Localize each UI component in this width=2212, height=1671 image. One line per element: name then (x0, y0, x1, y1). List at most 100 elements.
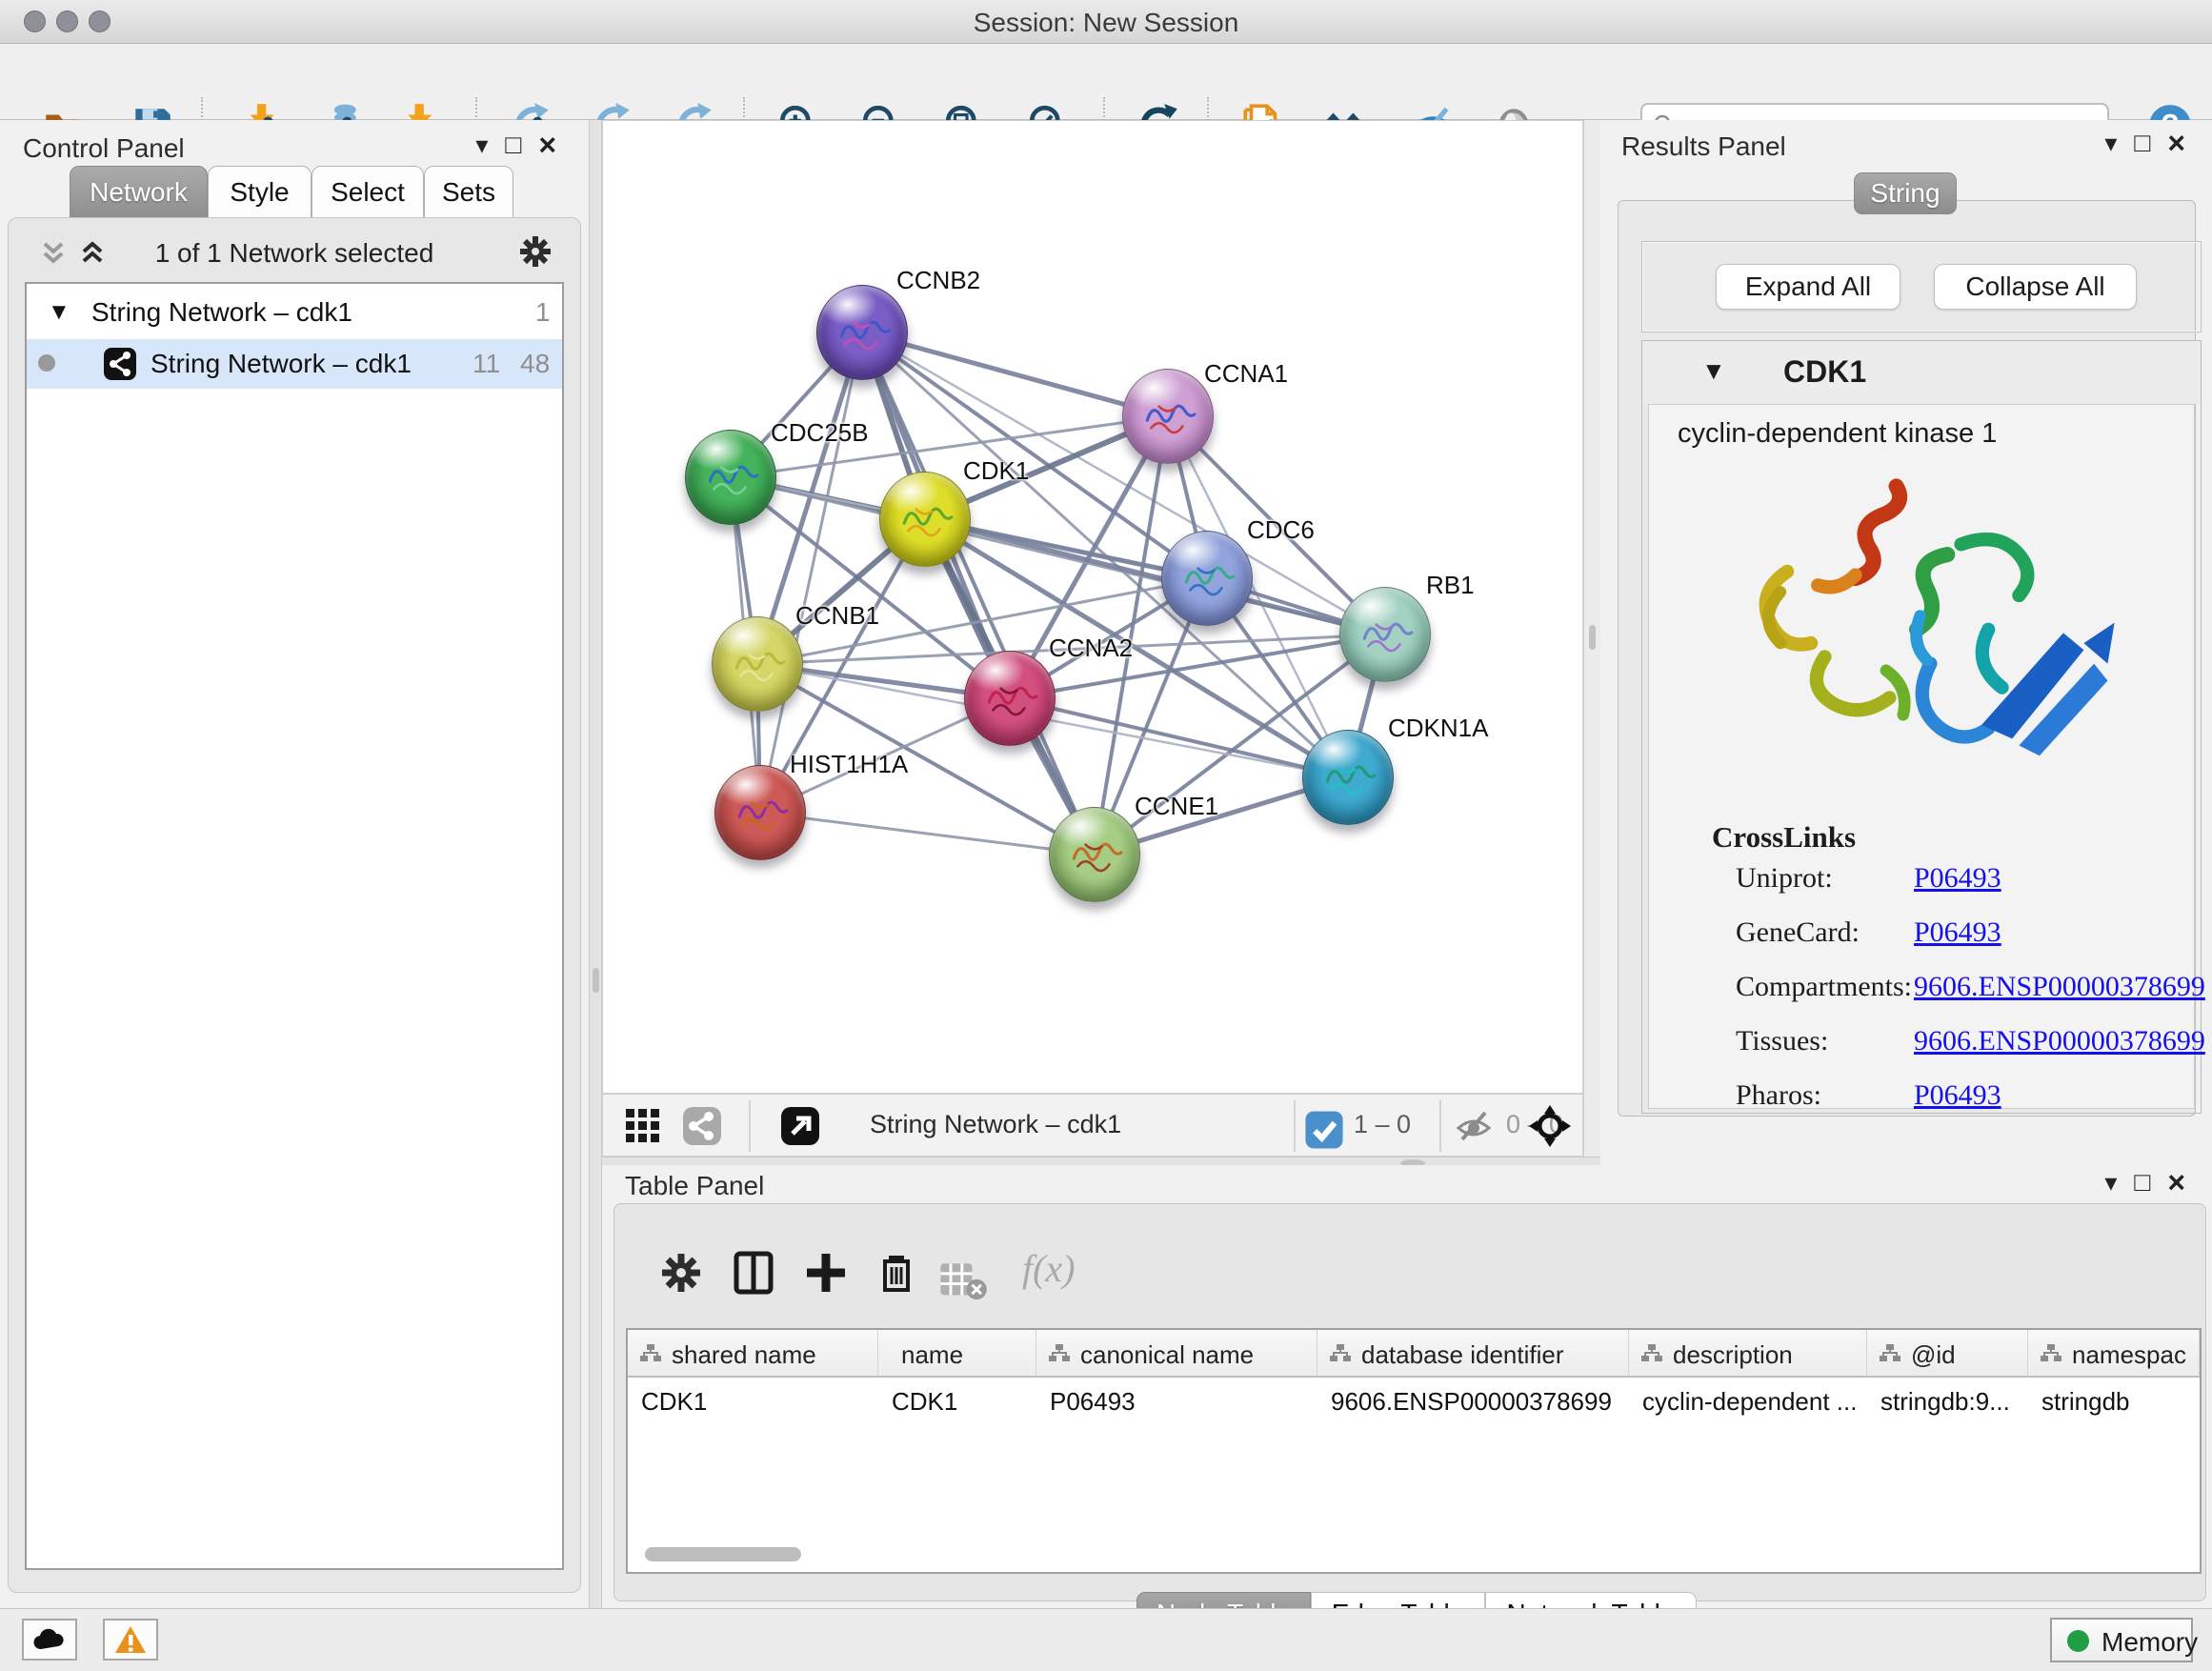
selected-checkbox-icon[interactable] (1303, 1109, 1337, 1143)
crosslink-label: GeneCard: (1736, 916, 1860, 949)
table-horizontal-scrollbar[interactable] (645, 1547, 801, 1561)
collection-expand-icon[interactable]: ▼ (48, 299, 70, 326)
hidden-eye-slash-icon[interactable] (1453, 1105, 1495, 1147)
column-header-shared-name[interactable]: shared name (628, 1330, 878, 1378)
tab-style[interactable]: Style (208, 166, 312, 219)
table-panel-float-icon[interactable]: □ (2134, 1169, 2150, 1196)
cloud-button[interactable] (22, 1619, 77, 1661)
memory-status-dot (2067, 1630, 2089, 1652)
status-bar: Memory (0, 1608, 2212, 1671)
network-node-ccnb2[interactable] (816, 285, 908, 380)
network-node-cdc6[interactable] (1161, 531, 1253, 626)
warning-button[interactable] (103, 1619, 158, 1661)
title-bar: Session: New Session (0, 0, 2212, 44)
cdk1-section-header[interactable]: ▼ CDK1 (1642, 341, 2201, 404)
column-header--id[interactable]: @id (1867, 1330, 2028, 1378)
table-cell[interactable]: CDK1 (878, 1379, 1036, 1423)
table-cell[interactable]: cyclin-dependent ... (1629, 1379, 1867, 1423)
right-split-grip[interactable] (1589, 625, 1596, 650)
results-panel-close-icon[interactable]: × (2167, 128, 2185, 158)
table-panel: Table Panel ▾ □ × f(x) shared nameCDK1na… (602, 1165, 2212, 1608)
tab-network[interactable]: Network (70, 166, 208, 219)
table-panel-close-icon[interactable]: × (2167, 1167, 2185, 1198)
results-buttons-box: Expand All Collapse All (1641, 241, 2202, 332)
table-cell[interactable]: stringdb (2028, 1379, 2200, 1423)
crosslink-link[interactable]: P06493 (1914, 862, 2001, 895)
right-split-divider[interactable] (1583, 120, 1600, 1157)
results-panel-menu-icon[interactable]: ▾ (2104, 131, 2117, 155)
table-cell[interactable]: CDK1 (628, 1379, 878, 1423)
column-header-canonical-name[interactable]: canonical name (1036, 1330, 1317, 1378)
string-results-box: Expand All Collapse All ▼ CDK1 cyclin-de… (1618, 200, 2196, 1117)
network-node-ccna2[interactable] (964, 651, 1056, 746)
column-header-description[interactable]: description (1629, 1330, 1867, 1378)
crosslink-link[interactable]: 9606.ENSP00000378699 (1914, 1025, 2205, 1057)
column-header-database-identifier[interactable]: database identifier (1317, 1330, 1629, 1378)
network-view-title: String Network – cdk1 (870, 1110, 1270, 1139)
crosslink-row: GeneCard: P06493 (1649, 916, 2194, 970)
network-canvas[interactable]: CCNB2 CCNA1 CDC25B CDK1 CDC6 RB1 CCNB1 C… (602, 120, 1583, 1094)
table-panel-menu-icon[interactable]: ▾ (2104, 1170, 2117, 1195)
expand-all-button[interactable]: Expand All (1716, 264, 1900, 310)
collection-label: String Network – cdk1 (91, 297, 352, 328)
cytoscape-window: Session: New Session ? Control Panel ▾ □… (0, 0, 2212, 1671)
table-cell[interactable]: P06493 (1036, 1379, 1317, 1423)
table-gear-icon[interactable] (656, 1248, 706, 1298)
tab-string[interactable]: String (1854, 172, 1957, 214)
function-builder-icon[interactable]: f(x) (1022, 1246, 1076, 1291)
network-node-cdkn1a[interactable] (1302, 730, 1394, 825)
network-node-ccnb1[interactable] (712, 616, 803, 712)
control-panel-close-icon[interactable]: × (538, 130, 556, 160)
network-node-count: 11 (473, 349, 500, 379)
network-node-ccne1[interactable] (1049, 807, 1140, 902)
delete-column-icon[interactable] (872, 1248, 921, 1298)
control-panel: Control Panel ▾ □ × NetworkStyleSelectSe… (0, 120, 589, 1608)
column-header-name[interactable]: name (878, 1330, 1036, 1378)
results-panel: Results Panel ▾ □ × Expand All Collapse … (1600, 120, 2212, 1165)
crosslink-link[interactable]: 9606.ENSP00000378699 (1914, 971, 2205, 1003)
network-node-cdk1[interactable] (879, 472, 971, 567)
tab-sets[interactable]: Sets (424, 166, 513, 219)
tab-select[interactable]: Select (312, 166, 424, 219)
crosslink-link[interactable]: P06493 (1914, 916, 2001, 949)
fit-selected-crosshair-icon[interactable] (1529, 1105, 1571, 1147)
network-collection-row[interactable]: ▼ String Network – cdk1 1 (27, 288, 562, 337)
control-panel-float-icon[interactable]: □ (505, 131, 521, 158)
add-column-icon[interactable] (801, 1248, 851, 1298)
results-panel-float-icon[interactable]: □ (2134, 130, 2150, 156)
network-node-rb1[interactable] (1339, 587, 1431, 682)
window-title: Session: New Session (0, 8, 2212, 38)
network-node-cdc25b[interactable] (685, 430, 776, 525)
delete-table-icon[interactable] (938, 1256, 980, 1292)
show-columns-icon[interactable] (729, 1248, 778, 1298)
memory-button[interactable]: Memory (2050, 1618, 2193, 1662)
string-view-icon[interactable] (681, 1105, 723, 1147)
cloud-icon (32, 1624, 67, 1655)
network-status-dot (38, 354, 55, 372)
crosslink-row: Compartments: 9606.ENSP00000378699 (1649, 971, 2194, 1024)
table-panel-box: f(x) shared nameCDK1nameCDK1canonical na… (613, 1203, 2206, 1601)
network-options-gear-icon[interactable] (516, 232, 554, 275)
control-panel-menu-icon[interactable]: ▾ (475, 132, 488, 157)
crosslink-link[interactable]: P06493 (1914, 1079, 2001, 1112)
node-label-ccne1: CCNE1 (1135, 792, 1218, 821)
network-node-hist1h1a[interactable] (714, 765, 806, 860)
birds-eye-view-icon[interactable] (779, 1105, 821, 1147)
cdk1-collapse-icon[interactable]: ▼ (1701, 356, 1726, 386)
crosslink-row: Tissues: 9606.ENSP00000378699 (1649, 1025, 2194, 1078)
column-header-namespac[interactable]: namespac (2028, 1330, 2200, 1378)
network-node-ccna1[interactable] (1122, 369, 1214, 464)
grid-view-icon[interactable] (622, 1105, 664, 1147)
collapse-all-button[interactable]: Collapse All (1934, 264, 2137, 310)
table-cell[interactable]: stringdb:9... (1867, 1379, 2028, 1423)
control-panel-title: Control Panel (23, 133, 185, 164)
table-cell[interactable]: 9606.ENSP00000378699 (1317, 1379, 1629, 1423)
left-split-divider[interactable] (589, 120, 602, 1608)
network-row-selected[interactable]: String Network – cdk1 11 48 (27, 339, 562, 389)
node-label-rb1: RB1 (1426, 571, 1475, 600)
left-split-grip[interactable] (593, 968, 599, 993)
network-view-toolbar: String Network – cdk1 1 – 0 0 – 0 (602, 1094, 1583, 1157)
crosslink-label: Tissues: (1736, 1025, 1828, 1057)
main-toolbar: ? (0, 44, 2212, 120)
crosslink-row: Pharos: P06493 (1649, 1079, 2194, 1133)
